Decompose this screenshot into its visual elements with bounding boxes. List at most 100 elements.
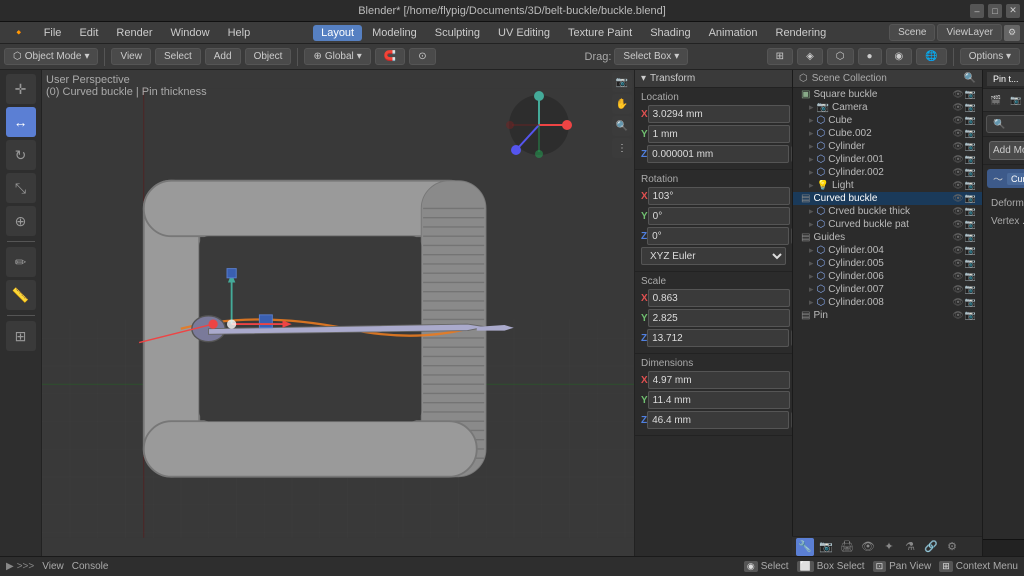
dim-y-input[interactable] (648, 391, 790, 409)
prop-render-btn[interactable]: 📷 (1007, 91, 1024, 109)
scale-x-input[interactable] (648, 289, 790, 307)
select-box-button[interactable]: Select Box ▾ (614, 48, 688, 65)
visibility-icon[interactable]: 👁 (952, 206, 963, 217)
options-button[interactable]: Options ▾ (960, 48, 1020, 65)
overlay-button[interactable]: ⊞ (767, 48, 793, 65)
camera-icon[interactable]: 📷 (965, 141, 976, 152)
location-x-input[interactable] (648, 105, 790, 123)
viewport-hand-btn[interactable]: ✋ (612, 94, 632, 114)
visibility-icon[interactable]: 👁 (952, 115, 963, 126)
outliner-item[interactable]: ▸ ⬡ Cylinder.008 👁 📷 (793, 296, 982, 309)
proportional-edit[interactable]: ⊙ (409, 48, 435, 65)
scale-y-input[interactable] (648, 309, 790, 327)
view-tab[interactable]: View (42, 561, 64, 572)
props-physics-icon[interactable]: ⚗ (901, 538, 919, 556)
visibility-icon[interactable]: 👁 (952, 141, 963, 152)
workspace-tab-layout[interactable]: Layout (313, 25, 362, 41)
visibility-icon[interactable]: 👁 (952, 284, 963, 295)
location-y-input[interactable] (648, 125, 790, 143)
outliner-item[interactable]: ▤ Guides 👁 📷 (793, 231, 982, 244)
visibility-icon[interactable]: 👁 (952, 89, 963, 100)
props-constraints-icon[interactable]: 🔗 (922, 538, 940, 556)
visibility-icon[interactable]: 👁 (952, 310, 963, 321)
menu-edit[interactable]: Edit (71, 25, 106, 41)
menu-render[interactable]: Render (108, 25, 160, 41)
sidebar-scale-tool[interactable]: ⤡ (6, 173, 36, 203)
shading-render[interactable]: 🌐 (916, 48, 946, 65)
props-scene-icon[interactable]: 🔧 (796, 538, 814, 556)
scale-z-input[interactable] (647, 329, 789, 347)
visibility-icon[interactable]: 👁 (952, 271, 963, 282)
outliner-item[interactable]: ▤ Curved buckle 👁 📷 (793, 192, 982, 205)
outliner-item[interactable]: ▸ ⬡ Cylinder.001 👁 📷 (793, 153, 982, 166)
props-particles-icon[interactable]: ✦ (880, 538, 898, 556)
add-menu[interactable]: Add (205, 48, 241, 65)
camera-icon[interactable]: 📷 (965, 258, 976, 269)
workspace-tab-sculpting[interactable]: Sculpting (427, 25, 488, 41)
visibility-icon[interactable]: 👁 (952, 219, 963, 230)
camera-icon[interactable]: 📷 (965, 89, 976, 100)
props-search-input[interactable] (986, 115, 1024, 133)
dim-z-input[interactable] (647, 411, 789, 429)
viewport-dots-btn[interactable]: ⋮ (612, 138, 632, 158)
prop-scene-btn[interactable]: 🎬 (987, 91, 1005, 109)
workspace-tab-texture[interactable]: Texture Paint (560, 25, 640, 41)
visibility-icon[interactable]: 👁 (952, 154, 963, 165)
camera-icon[interactable]: 📷 (965, 297, 976, 308)
visibility-icon[interactable]: 👁 (952, 258, 963, 269)
camera-icon[interactable]: 📷 (965, 206, 976, 217)
sidebar-rotate-tool[interactable]: ↻ (6, 140, 36, 170)
menu-file[interactable]: File (36, 25, 70, 41)
outliner-item[interactable]: ▸ 📷 Camera 👁 📷 (793, 101, 982, 114)
viewlayer-selector[interactable]: ViewLayer (937, 24, 1002, 41)
sidebar-annotate-tool[interactable]: ✏ (6, 247, 36, 277)
outliner-item[interactable]: ▸ ⬡ Crved buckle thick 👁 📷 (793, 205, 982, 218)
outliner-item[interactable]: ▸ ⬡ Cylinder.006 👁 📷 (793, 270, 982, 283)
shading-material[interactable]: ◉ (886, 48, 913, 65)
close-button[interactable]: ✕ (1006, 4, 1020, 18)
outliner-item[interactable]: ▤ Pin 👁 📷 (793, 309, 982, 322)
rotation-mode-dropdown[interactable]: XYZ Euler (641, 247, 786, 265)
camera-icon[interactable]: 📷 (965, 310, 976, 321)
workspace-tab-rendering[interactable]: Rendering (768, 25, 835, 41)
shading-solid[interactable]: ● (858, 48, 882, 65)
sidebar-cursor-tool[interactable]: ✛ (6, 74, 36, 104)
camera-icon[interactable]: 📷 (965, 284, 976, 295)
viewport-gizmo[interactable]: Y X Z (504, 90, 574, 160)
props-render-icon[interactable]: 📷 (817, 538, 835, 556)
viewport-3d[interactable]: User Perspective (0) Curved buckle | Pin… (42, 70, 634, 556)
rotation-z-input[interactable] (647, 227, 789, 245)
props-modifiers-icon[interactable]: ⚙ (943, 538, 961, 556)
xray-button[interactable]: ◈ (797, 48, 823, 65)
visibility-icon[interactable]: 👁 (952, 232, 963, 243)
curve-tab[interactable]: Curve ... (1007, 173, 1024, 185)
location-z-input[interactable] (647, 145, 789, 163)
workspace-tab-animation[interactable]: Animation (701, 25, 766, 41)
pin-tab[interactable]: Pin t... (987, 72, 1024, 86)
props-view-icon[interactable]: 👁 (859, 538, 877, 556)
view-menu[interactable]: View (111, 48, 151, 65)
visibility-icon[interactable]: 👁 (952, 180, 963, 191)
menu-blender[interactable]: 🔸 (4, 24, 34, 41)
mode-selector[interactable]: ⬡ Object Mode ▾ (4, 48, 98, 65)
object-menu[interactable]: Object (245, 48, 292, 65)
camera-icon[interactable]: 📷 (965, 102, 976, 113)
camera-icon[interactable]: 📷 (965, 232, 976, 243)
outliner-item[interactable]: ▸ ⬡ Cube 👁 📷 (793, 114, 982, 127)
outliner-item[interactable]: ▸ ⬡ Cylinder.007 👁 📷 (793, 283, 982, 296)
camera-icon[interactable]: 📷 (965, 180, 976, 191)
minimize-button[interactable]: – (970, 4, 984, 18)
sidebar-measure-tool[interactable]: 📏 (6, 280, 36, 310)
outliner-item[interactable]: ▸ ⬡ Cylinder.005 👁 📷 (793, 257, 982, 270)
outliner-item[interactable]: ▸ ⬡ Cylinder.002 👁 📷 (793, 166, 982, 179)
sidebar-transform-tool[interactable]: ⊕ (6, 206, 36, 236)
visibility-icon[interactable]: 👁 (952, 297, 963, 308)
outliner-item[interactable]: ▸ 💡 Light 👁 📷 (793, 179, 982, 192)
viewport-camera-btn[interactable]: 📷 (612, 72, 632, 92)
scene-selector[interactable]: Scene (889, 24, 935, 41)
visibility-icon[interactable]: 👁 (952, 167, 963, 178)
rotation-y-input[interactable] (648, 207, 790, 225)
rotation-x-input[interactable] (648, 187, 790, 205)
camera-icon[interactable]: 📷 (965, 271, 976, 282)
workspace-tab-shading[interactable]: Shading (642, 25, 698, 41)
